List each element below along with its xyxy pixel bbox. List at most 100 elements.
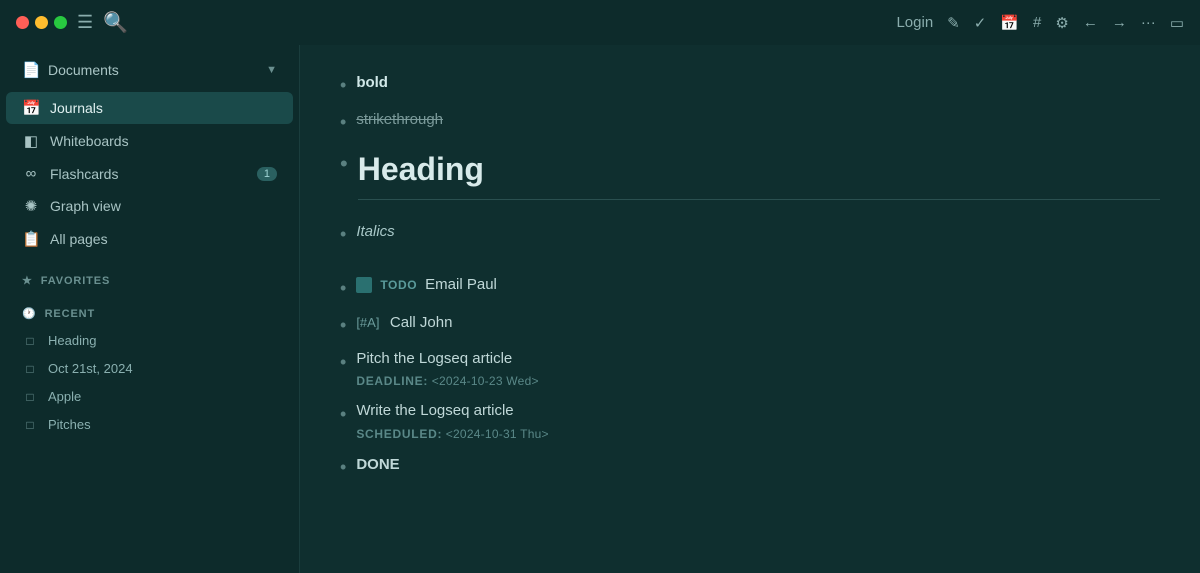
task1-content: Pitch the Logseq article DEADLINE: <2024… <box>356 348 1160 391</box>
hash-icon[interactable]: # <box>1033 14 1041 31</box>
flashcards-badge: 1 <box>257 167 277 181</box>
task1-text: Pitch the Logseq article <box>356 348 1160 371</box>
done-item: • DONE <box>340 451 1160 482</box>
sidebar-recent-pitches[interactable]: □ Pitches <box>6 411 293 438</box>
menu-icon[interactable]: ☰ <box>77 12 93 33</box>
documents-chevron-icon: ▼ <box>266 64 277 76</box>
task1-meta-date: <2024-10-23 Wed> <box>432 374 539 388</box>
sidebar-favorites-header: ★ FAVORITES <box>6 268 293 291</box>
sidebar-whiteboards-label: Whiteboards <box>50 133 277 149</box>
sidebar-recent-header: 🕐 RECENT <box>6 301 293 324</box>
priority-prefix: [#A] <box>356 315 379 330</box>
login-button[interactable]: Login <box>896 14 933 31</box>
sidebar-recent-heading[interactable]: □ Heading <box>6 327 293 354</box>
sidebar-recent-apple-label: Apple <box>48 389 81 404</box>
favorites-icon: ★ <box>22 274 33 287</box>
sidebar-graph-label: Graph view <box>50 198 277 214</box>
bullet-dot-priority: • <box>340 313 346 338</box>
italics-item: • Italics <box>340 218 1160 249</box>
bullet-dot-heading: • <box>340 149 348 180</box>
sidebar-nav: 📅 Journals ◧ Whiteboards ∞ Flashcards 1 … <box>0 87 299 260</box>
journals-icon: 📅 <box>22 99 40 117</box>
calendar-icon[interactable]: 📅 <box>1000 14 1019 32</box>
close-button[interactable] <box>16 16 29 29</box>
favorites-label: FAVORITES <box>41 275 110 287</box>
main-content: • bold • strikethrough • Heading • Itali… <box>300 45 1200 573</box>
sidebar: 📄 Documents ▼ 📅 Journals ◧ Whiteboards ∞… <box>0 45 300 573</box>
sidebar-recent-oct21[interactable]: □ Oct 21st, 2024 <box>6 355 293 382</box>
done-text: DONE <box>356 456 399 473</box>
task2-text: Write the Logseq article <box>356 400 1160 423</box>
bullet-dot-bold: • <box>340 73 346 98</box>
task2-content: Write the Logseq article SCHEDULED: <202… <box>356 400 1160 443</box>
sidebar-journals-label: Journals <box>50 100 277 116</box>
priority-task-text: Call John <box>390 314 453 331</box>
sidebar-item-whiteboards[interactable]: ◧ Whiteboards <box>6 125 293 157</box>
minimize-button[interactable] <box>35 16 48 29</box>
heading-text: Heading <box>358 145 1160 193</box>
recent-label: RECENT <box>45 308 96 320</box>
task2-meta: SCHEDULED: <2024-10-31 Thu> <box>356 425 1160 443</box>
task2-meta-label: SCHEDULED: <box>356 427 442 441</box>
italics-text: Italics <box>356 223 394 240</box>
task1-item: • Pitch the Logseq article DEADLINE: <20… <box>340 346 1160 393</box>
priority-content: [#A] Call John <box>356 311 1160 335</box>
titlebar-right: Login ✎ ✓ 📅 # ⚙ ← → ··· ▭ <box>896 14 1184 32</box>
forward-icon[interactable]: → <box>1112 14 1127 31</box>
more-icon[interactable]: ··· <box>1141 14 1156 31</box>
maximize-button[interactable] <box>54 16 67 29</box>
bold-item: • bold <box>340 69 1160 100</box>
sidebar-item-graph-view[interactable]: ✺ Graph view <box>6 190 293 222</box>
search-icon[interactable]: 🔍 <box>103 10 128 35</box>
empty-line-1 <box>340 256 1160 272</box>
whiteboards-icon: ◧ <box>22 132 40 150</box>
documents-icon: 📄 <box>22 61 40 79</box>
todo-task-text: Email Paul <box>425 274 497 297</box>
italics-content: Italics <box>356 220 1160 244</box>
task1-meta: DEADLINE: <2024-10-23 Wed> <box>356 372 1160 390</box>
sidebar-item-all-pages[interactable]: 📋 All pages <box>6 223 293 255</box>
traffic-lights <box>16 16 67 29</box>
sidebar-item-journals[interactable]: 📅 Journals <box>6 92 293 124</box>
task2-meta-date: <2024-10-31 Thu> <box>446 427 549 441</box>
priority-item: • [#A] Call John <box>340 309 1160 340</box>
page-icon-apple: □ <box>22 390 38 404</box>
all-pages-icon: 📋 <box>22 230 40 248</box>
page-icon-pitches: □ <box>22 418 38 432</box>
titlebar-left: ☰ 🔍 <box>16 10 128 35</box>
sidebar-documents[interactable]: 📄 Documents ▼ <box>6 54 293 86</box>
page-icon-heading: □ <box>22 334 38 348</box>
done-content: DONE <box>356 453 1160 477</box>
strikethrough-text: strikethrough <box>356 111 443 128</box>
sidebar-recent-apple[interactable]: □ Apple <box>6 383 293 410</box>
sidebar-toggle-icon[interactable]: ▭ <box>1170 14 1184 32</box>
check-icon[interactable]: ✓ <box>974 14 987 32</box>
edit-icon[interactable]: ✎ <box>947 14 960 32</box>
graph-icon: ✺ <box>22 197 40 215</box>
sidebar-item-flashcards[interactable]: ∞ Flashcards 1 <box>6 158 293 189</box>
strikethrough-item: • strikethrough <box>340 106 1160 137</box>
bold-content: bold <box>356 71 1160 95</box>
sidebar-recent-oct21-label: Oct 21st, 2024 <box>48 361 133 376</box>
bold-text: bold <box>356 74 388 91</box>
bullet-dot-italics: • <box>340 222 346 247</box>
strikethrough-content: strikethrough <box>356 108 1160 132</box>
bullet-dot-strikethrough: • <box>340 110 346 135</box>
todo-label: TODO <box>380 276 417 294</box>
titlebar: ☰ 🔍 Login ✎ ✓ 📅 # ⚙ ← → ··· ▭ <box>0 0 1200 45</box>
todo-checkbox[interactable] <box>356 277 372 293</box>
sidebar-documents-label: Documents <box>48 62 258 78</box>
page-icon-oct21: □ <box>22 362 38 376</box>
bullet-dot-task1: • <box>340 350 346 375</box>
sidebar-recent-list: □ Heading □ Oct 21st, 2024 □ Apple □ Pit… <box>0 326 299 439</box>
sidebar-flashcards-label: Flashcards <box>50 166 247 182</box>
bullet-dot-task2: • <box>340 402 346 427</box>
recent-icon: 🕐 <box>22 307 37 320</box>
bullet-dot-todo: • <box>340 276 346 301</box>
sidebar-all-pages-label: All pages <box>50 231 277 247</box>
flashcards-icon: ∞ <box>22 165 40 182</box>
back-icon[interactable]: ← <box>1083 14 1098 31</box>
todo-item: • TODO Email Paul <box>340 272 1160 303</box>
task2-item: • Write the Logseq article SCHEDULED: <2… <box>340 398 1160 445</box>
puzzle-icon[interactable]: ⚙ <box>1055 14 1068 32</box>
